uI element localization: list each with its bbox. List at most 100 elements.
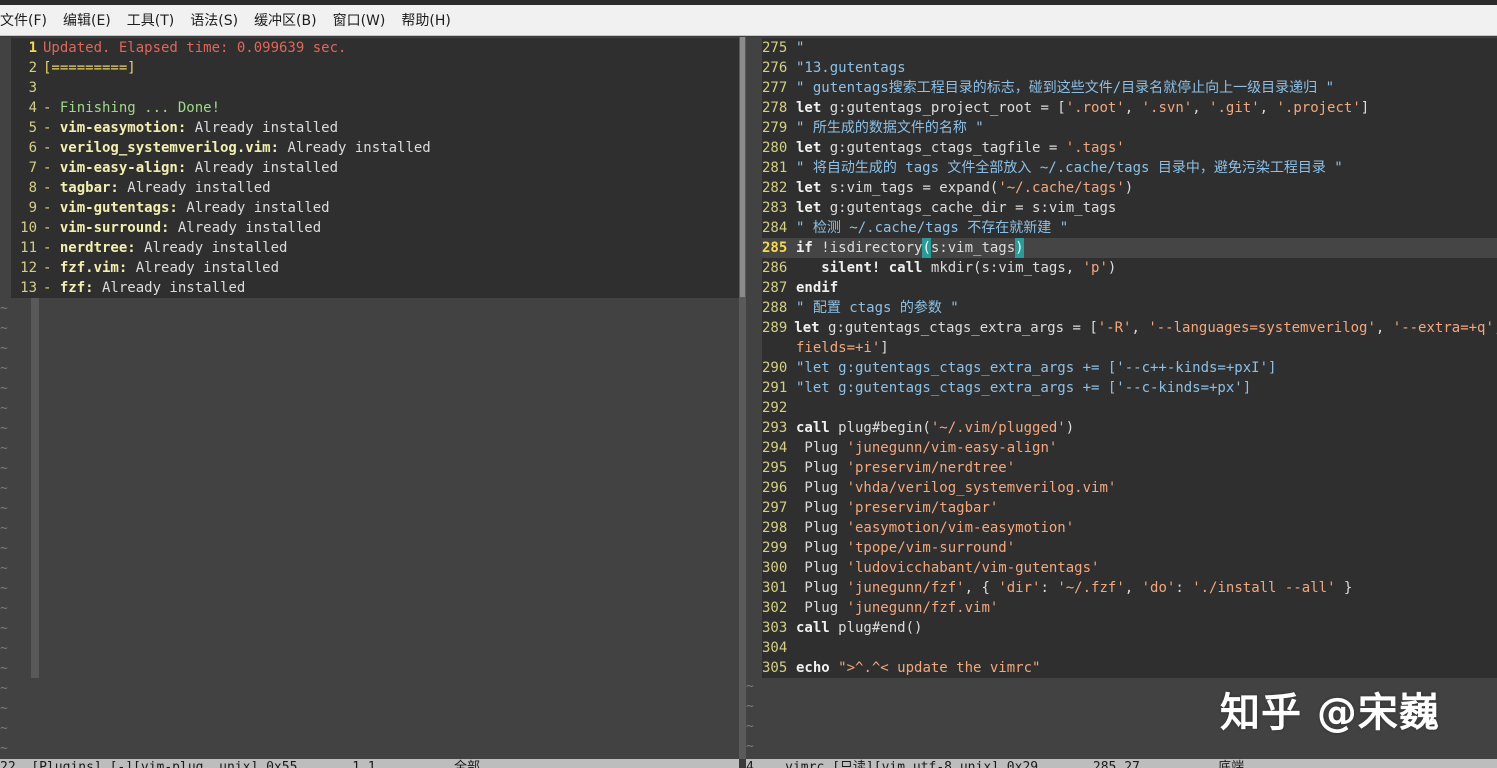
code-line[interactable]: 275 " bbox=[762, 38, 1497, 58]
code-token: vim-gutentags: bbox=[59, 200, 178, 216]
code-line[interactable]: 4- Finishing ... Done! bbox=[11, 98, 739, 118]
code-line[interactable]: 288 " 配置 ctags 的参数 " bbox=[762, 298, 1497, 318]
code-line[interactable]: 286 silent! call mkdir(s:vim_tags, 'p') bbox=[762, 258, 1497, 278]
menu-window[interactable]: 窗口(W) bbox=[325, 5, 394, 35]
code-token: Plug bbox=[796, 600, 847, 616]
tilde-marker: ~ bbox=[0, 541, 8, 556]
code-line[interactable]: 278 let g:gutentags_project_root = ['.roo… bbox=[762, 98, 1497, 118]
code-line[interactable]: 296 Plug 'vhda/verilog_systemverilog.vim… bbox=[762, 478, 1497, 498]
code-line[interactable]: 279 " 所生成的数据文件的名称 " bbox=[762, 118, 1497, 138]
line-number: 2 bbox=[28, 60, 37, 76]
code-line[interactable]: 1 Updated. Elapsed time: 0.099639 sec. bbox=[11, 38, 739, 58]
code-line[interactable]: 13- fzf: Already installed bbox=[11, 278, 739, 298]
tilde-marker: ~ bbox=[0, 661, 8, 676]
code-line[interactable]: 291 "let g:gutentags_ctags_extra_args += … bbox=[762, 378, 1497, 398]
code-token: Already installed bbox=[279, 140, 431, 156]
tilde-marker: ~ bbox=[0, 301, 8, 316]
code-line[interactable]: 290 "let g:gutentags_ctags_extra_args += … bbox=[762, 358, 1497, 378]
code-token: Plug bbox=[796, 440, 847, 456]
line-number: 302 bbox=[762, 600, 788, 616]
code-line[interactable]: 305 echo ">^.^< update the vimrc" bbox=[762, 658, 1497, 678]
code-line[interactable]: 7- vim-easy-align: Already installed bbox=[11, 158, 739, 178]
menu-edit[interactable]: 编辑(E) bbox=[55, 5, 119, 35]
menu-syntax[interactable]: 语法(S) bbox=[182, 5, 246, 35]
vertical-split-scrollbar[interactable] bbox=[739, 37, 746, 759]
code-line[interactable]: 299 Plug 'tpope/vim-surround' bbox=[762, 538, 1497, 558]
code-line[interactable]: 281 " 将自动生成的 tags 文件全部放入 ~/.cache/tags 目录… bbox=[762, 158, 1497, 178]
code-line[interactable]: 2 [=========] bbox=[11, 58, 739, 78]
line-number: 3 bbox=[28, 80, 37, 96]
code-line[interactable]: 284 " 检测 ~/.cache/tags 不存在就新建 " bbox=[762, 218, 1497, 238]
code-line[interactable]: 297 Plug 'preservim/tagbar' bbox=[762, 498, 1497, 518]
code-token: g:gutentags_project_root = [ bbox=[821, 100, 1066, 116]
code-line[interactable]: 285 if !isdirectory(s:vim_tags) bbox=[762, 238, 1497, 258]
line-number: 283 bbox=[762, 200, 788, 216]
code-line[interactable]: 280 let g:gutentags_ctags_tagfile = '.tag… bbox=[762, 138, 1497, 158]
line-number: 303 bbox=[762, 620, 788, 636]
code-token: plug#end() bbox=[829, 620, 923, 636]
code-line[interactable]: 12- fzf.vim: Already installed bbox=[11, 258, 739, 278]
code-line[interactable]: 6- verilog_systemverilog.vim: Already in… bbox=[11, 138, 739, 158]
code-line[interactable]: 298 Plug 'easymotion/vim-easymotion' bbox=[762, 518, 1497, 538]
code-line[interactable]: 292 bbox=[762, 398, 1497, 418]
code-line[interactable]: 9- vim-gutentags: Already installed bbox=[11, 198, 739, 218]
code-token: 'junegunn/fzf' bbox=[846, 580, 965, 596]
line-number: 282 bbox=[762, 180, 788, 196]
code-token: "13.gutentags bbox=[796, 60, 906, 76]
code-line[interactable]: 295 Plug 'preservim/nerdtree' bbox=[762, 458, 1497, 478]
line-number: 9 bbox=[28, 200, 37, 216]
code-token: ) bbox=[1015, 238, 1024, 258]
code-line[interactable]: 294 Plug 'junegunn/vim-easy-align' bbox=[762, 438, 1497, 458]
code-line[interactable]: 3 bbox=[11, 78, 739, 98]
menu-file[interactable]: 文件(F) bbox=[0, 5, 55, 35]
code-line[interactable]: 276 "13.gutentags bbox=[762, 58, 1497, 78]
code-line[interactable]: 287 endif bbox=[762, 278, 1497, 298]
code-line[interactable]: 300 Plug 'ludovicchabant/vim-gutentags' bbox=[762, 558, 1497, 578]
code-line[interactable]: 277 " gutentags搜索工程目录的标志，碰到这些文件/目录名就停止向上一… bbox=[762, 78, 1497, 98]
code-token: '--languages=systemverilog' bbox=[1148, 320, 1376, 336]
scrollbar-thumb[interactable] bbox=[740, 37, 745, 297]
tilde-marker: ~ bbox=[0, 321, 8, 336]
code-line[interactable]: fields=+i'] bbox=[762, 338, 1497, 358]
code-line[interactable]: 289 let g:gutentags_ctags_extra_args = ['… bbox=[762, 318, 1497, 338]
code-token: " 将自动生成的 tags 文件全部放入 ~/.cache/tags 目录中，避… bbox=[796, 160, 1343, 176]
line-number: 289 bbox=[762, 320, 788, 336]
menu-buffers[interactable]: 缓冲区(B) bbox=[246, 5, 325, 35]
code-line[interactable]: 283 let g:gutentags_cache_dir = s:vim_tag… bbox=[762, 198, 1497, 218]
code-token: fzf.vim: bbox=[59, 260, 128, 276]
code-token: 'junegunn/fzf.vim' bbox=[846, 600, 999, 616]
code-line[interactable]: 282 let s:vim_tags = expand('~/.cache/tag… bbox=[762, 178, 1497, 198]
code-line[interactable]: 293 call plug#begin('~/.vim/plugged') bbox=[762, 418, 1497, 438]
right-status-line: 4 vimrc [只读][vim utf-8 unix] 0x29 285,27… bbox=[746, 759, 1497, 768]
line-number: 275 bbox=[762, 40, 788, 56]
vimrc-buffer[interactable]: 275 " 276 "13.gutentags 277 " gutentags搜索工程目录… bbox=[762, 38, 1497, 678]
plugin-install-log[interactable]: 1 Updated. Elapsed time: 0.099639 sec. 2 [=… bbox=[11, 38, 739, 298]
code-line[interactable]: 302 Plug 'junegunn/fzf.vim' bbox=[762, 598, 1497, 618]
code-token: , bbox=[1375, 320, 1393, 336]
line-number: 4 bbox=[28, 100, 37, 116]
code-token: 'dir' bbox=[998, 580, 1041, 596]
code-line[interactable]: 10- vim-surround: Already installed bbox=[11, 218, 739, 238]
code-line[interactable]: 301 Plug 'junegunn/fzf', { 'dir': '~/.fz… bbox=[762, 578, 1497, 598]
line-number: 10 bbox=[20, 220, 37, 236]
code-line[interactable]: 303 call plug#end() bbox=[762, 618, 1497, 638]
code-token: 'tpope/vim-surround' bbox=[846, 540, 1016, 556]
code-token: - bbox=[43, 140, 60, 156]
code-token: } bbox=[1335, 580, 1353, 596]
code-token: 'ludovicchabant/vim-gutentags' bbox=[846, 560, 1100, 576]
line-number: 12 bbox=[20, 260, 37, 276]
code-token: call bbox=[888, 260, 923, 276]
code-line[interactable]: 11- nerdtree: Already installed bbox=[11, 238, 739, 258]
code-line[interactable]: 304 bbox=[762, 638, 1497, 658]
code-line[interactable]: 5- vim-easymotion: Already installed bbox=[11, 118, 739, 138]
code-token: ] bbox=[880, 340, 889, 356]
code-token: 'preservim/tagbar' bbox=[846, 500, 999, 516]
menu-tools[interactable]: 工具(T) bbox=[119, 5, 182, 35]
code-token: fzf: bbox=[59, 280, 94, 296]
code-line[interactable]: 8- tagbar: Already installed bbox=[11, 178, 739, 198]
menu-help[interactable]: 帮助(H) bbox=[393, 5, 458, 35]
code-token: , bbox=[1192, 100, 1210, 116]
tilde-marker: ~ bbox=[746, 739, 754, 754]
code-token: "let g:gutentags_ctags_extra_args += ['-… bbox=[796, 360, 1277, 376]
